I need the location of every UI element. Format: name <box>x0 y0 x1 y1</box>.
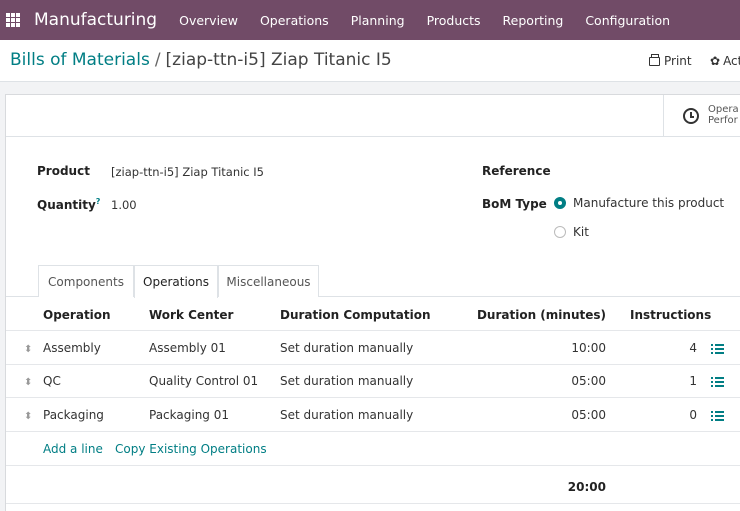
row-duration-computation[interactable]: Set duration manually <box>280 408 413 422</box>
quantity-label: Quantity? <box>37 197 100 212</box>
column-header-instructions[interactable]: Instructions <box>630 308 711 322</box>
instructions-list-icon[interactable] <box>711 411 724 422</box>
table-header-divider <box>6 330 740 331</box>
action-button[interactable]: ✿Action <box>710 54 740 68</box>
row-instructions-count: 4 <box>689 341 697 355</box>
quantity-field[interactable]: 1.00 <box>111 198 137 212</box>
bom-type-label: BoM Type <box>482 197 547 211</box>
row-duration[interactable]: 10:00 <box>466 341 606 355</box>
top-navbar: Manufacturing Overview Operations Planni… <box>0 0 740 40</box>
breadcrumb-bills-of-materials[interactable]: Bills of Materials <box>10 50 150 70</box>
nav-item-operations[interactable]: Operations <box>260 13 329 28</box>
row-divider <box>6 397 740 398</box>
control-panel: Bills of Materials / [ziap-ttn-i5] Ziap Ti… <box>0 40 740 82</box>
column-header-work-center[interactable]: Work Center <box>149 308 233 322</box>
totals-divider <box>6 503 740 504</box>
printer-icon <box>649 53 660 66</box>
reference-label: Reference <box>482 164 551 178</box>
radio-kit[interactable] <box>554 226 566 238</box>
smart-button-box: Opera Perfor <box>6 95 740 137</box>
breadcrumb: Bills of Materials / [ziap-ttn-i5] Ziap Ti… <box>10 50 392 70</box>
clock-icon <box>683 108 699 124</box>
tab-operations[interactable]: Operations <box>134 265 218 298</box>
operations-performance-button[interactable]: Opera Perfor <box>663 95 740 137</box>
total-duration: 20:00 <box>567 480 606 494</box>
smart-button-label: Opera Perfor <box>708 104 739 126</box>
product-label: Product <box>37 164 90 178</box>
row-drag-handle[interactable]: ⬍ <box>24 377 32 388</box>
quantity-help-icon[interactable]: ? <box>96 197 101 206</box>
radio-label-manufacture[interactable]: Manufacture this product <box>573 196 724 210</box>
smart-button-line2: Perfor <box>708 115 738 126</box>
row-duration[interactable]: 05:00 <box>466 374 606 388</box>
row-duration[interactable]: 05:00 <box>466 408 606 422</box>
tab-miscellaneous[interactable]: Miscellaneous <box>218 265 319 297</box>
print-button[interactable]: Print <box>649 53 692 68</box>
app-title[interactable]: Manufacturing <box>34 10 157 30</box>
row-drag-handle[interactable]: ⬍ <box>24 344 32 355</box>
row-drag-handle[interactable]: ⬍ <box>24 411 32 422</box>
instructions-list-icon[interactable] <box>711 344 724 355</box>
nav-item-planning[interactable]: Planning <box>351 13 405 28</box>
row-operation[interactable]: QC <box>43 374 61 388</box>
row-instructions-count: 1 <box>689 374 697 388</box>
nav-item-overview[interactable]: Overview <box>179 13 238 28</box>
smart-button-line1: Opera <box>708 104 739 115</box>
row-divider <box>6 364 740 365</box>
row-divider <box>6 431 740 432</box>
row-duration-computation[interactable]: Set duration manually <box>280 341 413 355</box>
product-field[interactable]: [ziap-ttn-i5] Ziap Titanic I5 <box>111 165 264 179</box>
nav-item-reporting[interactable]: Reporting <box>503 13 564 28</box>
add-a-line-link[interactable]: Add a line <box>43 442 103 456</box>
row-work-center[interactable]: Quality Control 01 <box>149 374 258 388</box>
quantity-label-text: Quantity <box>37 198 96 212</box>
row-duration-computation[interactable]: Set duration manually <box>280 374 413 388</box>
column-header-duration-computation[interactable]: Duration Computation <box>280 308 431 322</box>
breadcrumb-separator: / <box>154 50 161 70</box>
gear-icon: ✿ <box>710 54 721 68</box>
footer-divider <box>6 465 740 466</box>
print-label: Print <box>664 54 692 68</box>
action-label: Action <box>723 54 740 68</box>
radio-label-kit[interactable]: Kit <box>573 225 589 239</box>
column-header-operation[interactable]: Operation <box>43 308 111 322</box>
tab-components[interactable]: Components <box>38 265 134 297</box>
breadcrumb-current-record: [ziap-ttn-i5] Ziap Titanic I5 <box>165 50 392 70</box>
nav-item-products[interactable]: Products <box>427 13 481 28</box>
row-operation[interactable]: Packaging <box>43 408 104 422</box>
apps-menu-icon[interactable] <box>6 13 20 27</box>
row-operation[interactable]: Assembly <box>43 341 101 355</box>
column-header-duration[interactable]: Duration (minutes) <box>466 308 606 322</box>
row-instructions-count: 0 <box>689 408 697 422</box>
row-work-center[interactable]: Assembly 01 <box>149 341 226 355</box>
row-work-center[interactable]: Packaging 01 <box>149 408 229 422</box>
nav-item-configuration[interactable]: Configuration <box>585 13 670 28</box>
form-sheet: Opera Perfor Product [ziap-ttn-i5] Ziap … <box>5 94 740 511</box>
instructions-list-icon[interactable] <box>711 377 724 388</box>
radio-manufacture-this-product[interactable] <box>554 197 566 209</box>
copy-existing-operations-link[interactable]: Copy Existing Operations <box>115 442 267 456</box>
notebook-tabs: Components Operations Miscellaneous <box>6 265 740 298</box>
